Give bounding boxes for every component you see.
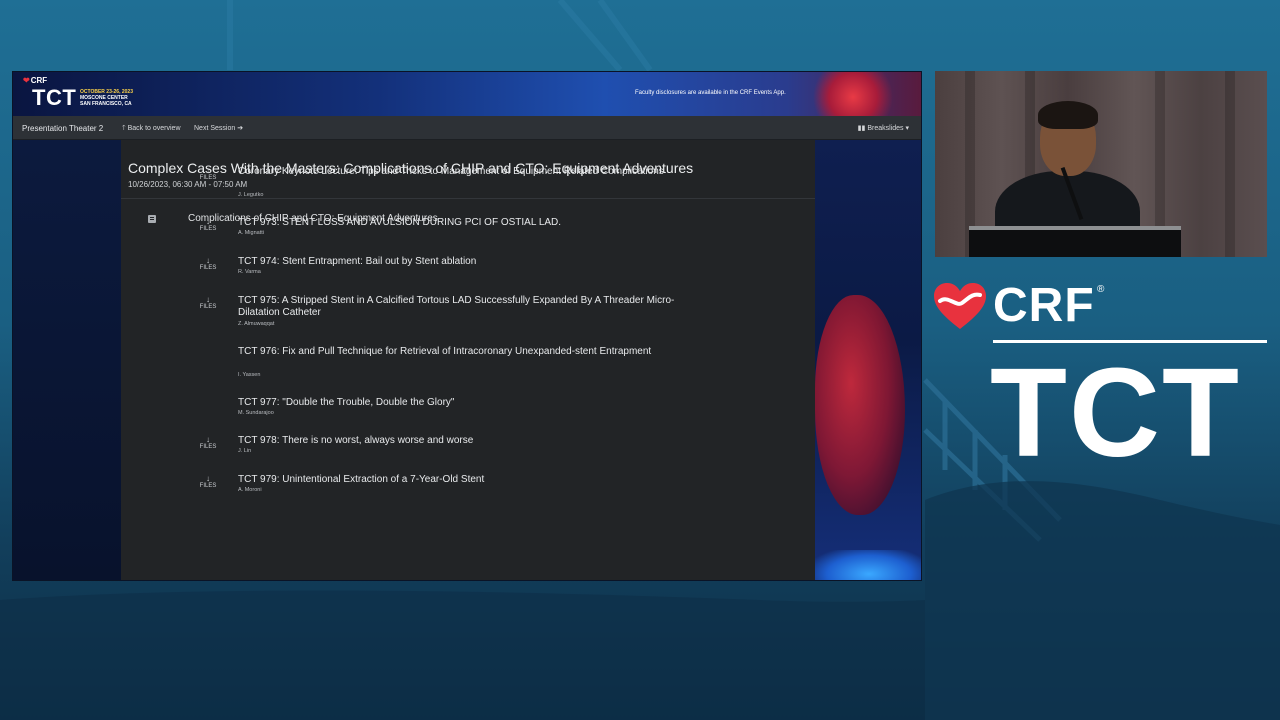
talk-author: A. Mignatti <box>238 230 264 236</box>
talk-author: J. Legutko <box>238 192 264 198</box>
files-download-button[interactable]: ↓ FILES <box>197 295 219 310</box>
talk-title[interactable]: Coronary Keynote Lecture: Tips and Trick… <box>238 166 713 178</box>
next-session-link[interactable]: Next Session ➔ <box>194 124 243 132</box>
download-arrow-icon: ↓ <box>206 217 210 226</box>
registered-mark: ® <box>1097 284 1105 295</box>
files-download-button[interactable]: ↓ FILES <box>197 256 219 271</box>
talk-title[interactable]: TCT 976: Fix and Pull Technique for Retr… <box>238 346 713 358</box>
heart-illustration <box>815 295 905 515</box>
session-content: Complex Cases With the Masters: Complica… <box>121 140 815 580</box>
crf-brand-text: CRF <box>993 279 1095 332</box>
left-background-panel <box>13 140 121 580</box>
tct-brand-text: TCT <box>990 342 1241 483</box>
event-banner: ❤CRF TCT OCTOBER 23-26, 2023 MOSCONE CEN… <box>13 72 921 116</box>
talk-title[interactable]: TCT 979: Unintentional Extraction of a 7… <box>238 474 713 486</box>
arrow-right-icon: ➔ <box>237 125 244 132</box>
talk-title[interactable]: TCT 977: "Double the Trouble, Double the… <box>238 397 713 409</box>
talk-title[interactable]: TCT 978: There is no worst, always worse… <box>238 435 713 447</box>
curtain-fold <box>1225 71 1235 257</box>
download-arrow-icon: ↓ <box>206 474 210 483</box>
disclosure-notice: Faculty disclosures are available in the… <box>635 90 786 96</box>
list-icon <box>148 215 156 223</box>
speaker-hair <box>1038 101 1098 129</box>
heart-icon: ❤ <box>23 76 30 85</box>
files-download-button[interactable]: ↓ FILES <box>197 217 219 232</box>
files-download-button[interactable]: ↓ FILES <box>197 166 219 181</box>
heart-graphic <box>813 72 893 116</box>
back-to-overview-link[interactable]: 🡑 Back to overview <box>122 124 181 135</box>
decorative-blob <box>815 550 921 580</box>
session-time: 10/26/2023, 06:30 AM - 07:50 AM <box>128 180 248 189</box>
talk-author: M. Sundarajoo <box>238 410 274 416</box>
right-background-panel <box>815 140 921 580</box>
download-arrow-icon: ↓ <box>206 435 210 444</box>
talk-title[interactable]: TCT 974: Stent Entrapment: Bail out by S… <box>238 256 713 268</box>
podium <box>969 226 1181 257</box>
tct-logo-small: TCT <box>32 85 77 110</box>
talk-author: I. Yassen <box>238 372 261 378</box>
files-download-button[interactable]: ↓ FILES <box>197 435 219 450</box>
talk-author: J. Lin <box>238 448 252 454</box>
event-city: SAN FRANCISCO, CA <box>80 101 132 107</box>
speaker-camera-feed <box>935 71 1267 257</box>
breakslides-dropdown[interactable]: ▮▮ Breakslides ▾ <box>858 124 909 132</box>
talk-title[interactable]: TCT 973: STENT LOSS AND AVULSION DURING … <box>238 217 713 229</box>
talk-author: Z. Almuwaqqat <box>238 321 275 327</box>
caret-down-icon: ▾ <box>905 125 909 132</box>
divider <box>121 198 815 199</box>
talk-author: R. Varma <box>238 269 261 275</box>
download-arrow-icon: ↓ <box>206 295 210 304</box>
crf-logo-small: ❤CRF <box>23 76 48 85</box>
download-arrow-icon: ↓ <box>206 166 210 175</box>
talk-author: A. Moroni <box>238 487 262 493</box>
theater-name: Presentation Theater 2 <box>22 124 104 133</box>
download-arrow-icon: ↓ <box>206 256 210 265</box>
talk-title[interactable]: TCT 975: A Stripped Stent in A Calcified… <box>238 295 713 319</box>
navbar: Presentation Theater 2 🡑 Back to overvie… <box>13 116 921 140</box>
columns-icon: ▮▮ <box>857 125 866 132</box>
crf-heart-logo-icon <box>934 283 986 329</box>
event-info: OCTOBER 23-26, 2023 MOSCONE CENTER SAN F… <box>80 89 133 107</box>
presentation-screen: ❤CRF TCT OCTOBER 23-26, 2023 MOSCONE CEN… <box>12 71 922 581</box>
arrow-up-icon: 🡑 <box>122 125 126 132</box>
files-download-button[interactable]: ↓ FILES <box>197 474 219 489</box>
